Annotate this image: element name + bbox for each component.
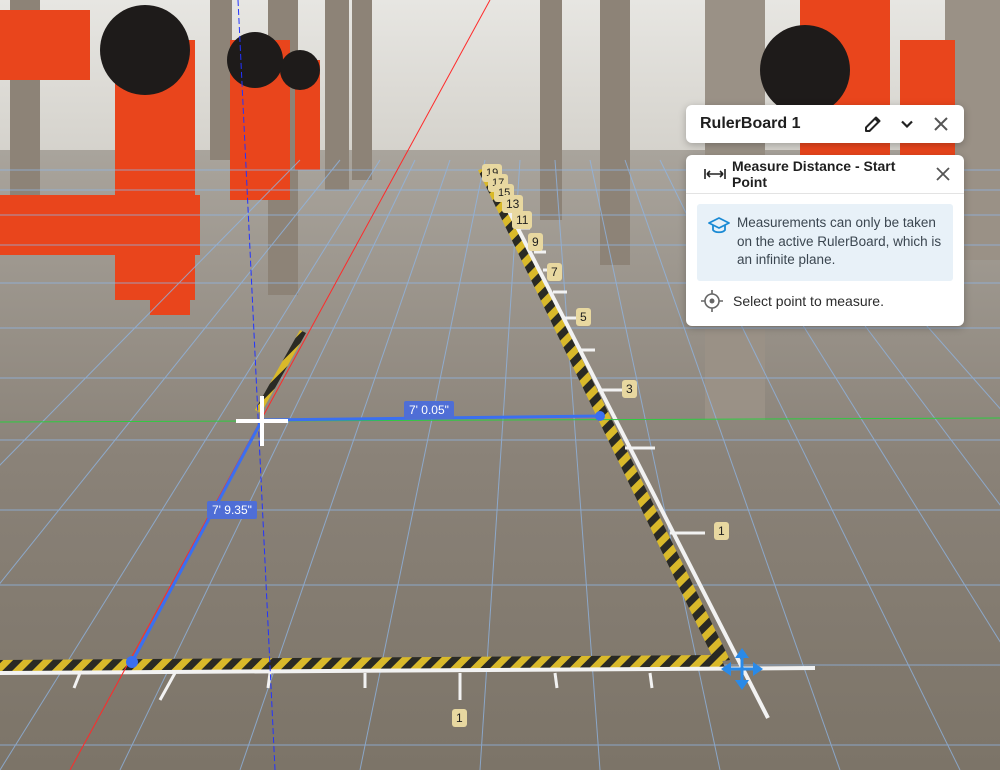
measure-endpoint-bottom[interactable]	[126, 656, 138, 668]
ruler-label: 1	[714, 522, 729, 540]
edit-button[interactable]	[856, 107, 890, 141]
education-cap-icon	[707, 217, 731, 281]
crosshair-target-icon	[701, 290, 723, 312]
measure-distance-icon	[704, 168, 726, 180]
close-rulerboard-button[interactable]	[924, 107, 958, 141]
close-measure-button[interactable]	[926, 157, 960, 191]
measure-panel-title: Measure Distance - Start Point	[732, 158, 896, 190]
ruler-label: 5	[576, 308, 591, 326]
ruler-label: 11	[512, 211, 533, 229]
select-point-hint: Select point to measure.	[701, 290, 884, 312]
measurement-label-horizontal: 7' 0.05"	[404, 401, 454, 419]
ruler-label: 7	[547, 263, 562, 281]
pencil-icon	[865, 116, 881, 132]
rulerboard-title: RulerBoard 1	[700, 115, 801, 132]
ruler-label: 3	[622, 380, 637, 398]
chevron-down-icon	[901, 120, 913, 129]
measure-endpoint-right[interactable]	[595, 411, 605, 421]
close-icon	[934, 117, 948, 131]
info-text: Measurements can only be taken on the ac…	[737, 215, 942, 267]
ruler-label: 1	[452, 709, 467, 727]
ruler-label: 9	[528, 233, 543, 251]
info-message: Measurements can only be taken on the ac…	[697, 204, 953, 281]
hint-text: Select point to measure.	[733, 293, 884, 309]
measure-panel-header: Measure Distance - Start Point	[686, 155, 964, 194]
close-icon	[936, 167, 950, 181]
rulerboard-header: RulerBoard 1	[686, 105, 964, 143]
expand-button[interactable]	[890, 107, 924, 141]
measure-distance-panel: Measure Distance - Start Point Measureme…	[686, 155, 964, 326]
measurement-label-diagonal: 7' 9.35"	[207, 501, 257, 519]
